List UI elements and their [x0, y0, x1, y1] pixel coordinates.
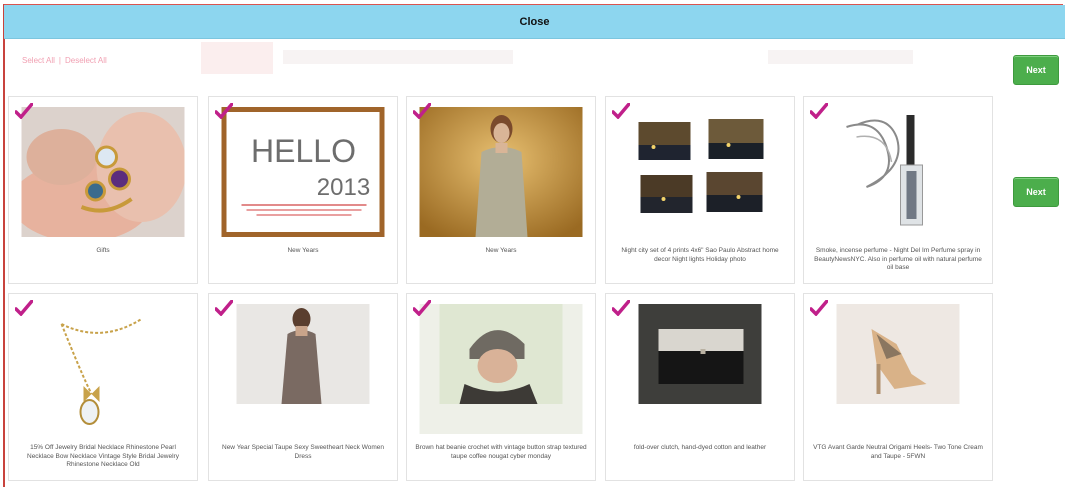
checkmark-icon[interactable] — [413, 103, 431, 119]
checkmark-icon[interactable] — [612, 103, 630, 119]
product-card[interactable]: fold-over clutch, hand-dyed cotton and l… — [605, 293, 795, 481]
product-card[interactable]: 15% Off Jewelry Bridal Necklace Rhinesto… — [8, 293, 198, 481]
selection-links: Select All | Deselect All — [22, 56, 107, 65]
checkmark-icon[interactable] — [15, 103, 33, 119]
card-caption: Gifts — [96, 247, 110, 254]
card-caption: 15% Off Jewelry Bridal Necklace Rhinesto… — [27, 444, 179, 468]
next-button-top[interactable]: Next — [1013, 55, 1059, 85]
checkmark-icon[interactable] — [612, 300, 630, 316]
origami-heels — [816, 304, 980, 434]
card-caption: Smoke, incense perfume - Night Del Im Pe… — [814, 247, 982, 271]
rings-photo — [21, 107, 185, 237]
night-city-prints — [618, 107, 782, 237]
select-all-link[interactable]: Select All — [22, 56, 55, 65]
product-card[interactable]: New Years — [406, 96, 596, 284]
faded-header-text-right — [768, 50, 913, 64]
product-card[interactable]: Gifts — [8, 96, 198, 284]
card-caption: New Year Special Taupe Sexy Sweetheart N… — [222, 444, 384, 460]
next-button-middle[interactable]: Next — [1013, 177, 1059, 207]
card-caption: fold-over clutch, hand-dyed cotton and l… — [633, 444, 767, 451]
card-caption: New Years — [485, 247, 517, 254]
selection-toolbar: Select All | Deselect All — [8, 40, 1008, 80]
year-text: 2013 — [317, 174, 370, 201]
card-caption: Brown hat beanie crochet with vintage bu… — [415, 444, 587, 460]
product-card[interactable]: VTG Avant Garde Neutral Origami Heels- T… — [803, 293, 993, 481]
product-card[interactable]: HELLO 2013 New Years — [208, 96, 398, 284]
selection-separator: | — [58, 56, 61, 65]
crochet-hat — [419, 304, 583, 434]
checkmark-icon[interactable] — [810, 103, 828, 119]
fold-over-clutch — [618, 304, 782, 434]
faded-header-text — [283, 50, 513, 64]
perfume-smoke — [816, 107, 980, 237]
checkmark-icon[interactable] — [15, 300, 33, 316]
checkmark-icon[interactable] — [810, 300, 828, 316]
card-caption: Night city set of 4 prints 4x6" Sao Paul… — [621, 247, 779, 263]
checkmark-icon[interactable] — [215, 300, 233, 316]
card-caption: VTG Avant Garde Neutral Origami Heels- T… — [813, 444, 983, 460]
taupe-dress — [221, 304, 385, 434]
hello-text: HELLO — [251, 133, 356, 169]
product-card[interactable]: New Year Special Taupe Sexy Sweetheart N… — [208, 293, 398, 481]
product-card[interactable]: Night city set of 4 prints 4x6" Sao Paul… — [605, 96, 795, 284]
close-button[interactable]: Close — [4, 5, 1065, 39]
card-caption: New Years — [287, 247, 319, 254]
glitter-dress-photo — [419, 107, 583, 237]
product-card[interactable]: Smoke, incense perfume - Night Del Im Pe… — [803, 96, 993, 284]
product-card[interactable]: Brown hat beanie crochet with vintage bu… — [406, 293, 596, 481]
checkmark-icon[interactable] — [215, 103, 233, 119]
bow-necklace — [21, 304, 185, 434]
faded-header-block — [201, 42, 273, 74]
checkmark-icon[interactable] — [413, 300, 431, 316]
deselect-all-link[interactable]: Deselect All — [65, 56, 107, 65]
hello-2013-card: HELLO 2013 — [221, 107, 385, 237]
